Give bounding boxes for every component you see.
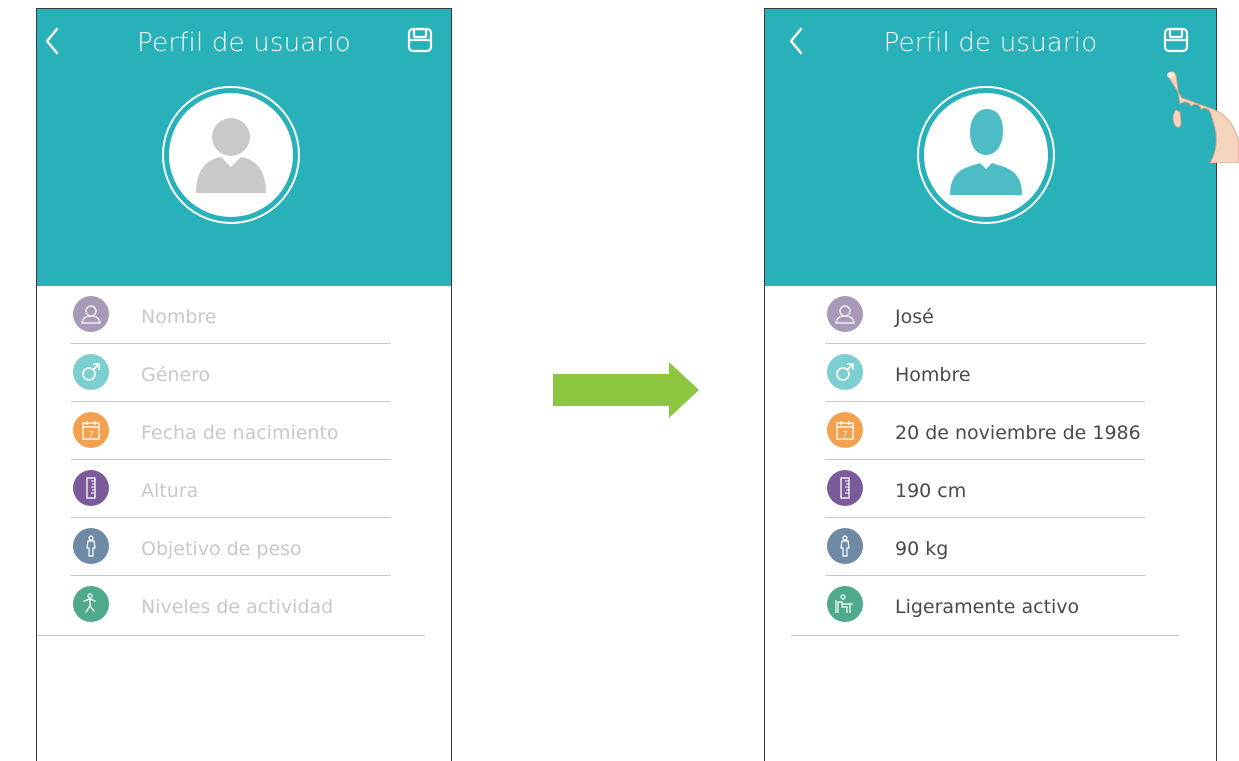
profile-screen-empty: Perfil de usuario Nombre Género 7 Fecha … [36,8,452,761]
save-icon [1163,27,1189,53]
user-silhouette-icon [950,109,1022,195]
save-button[interactable] [1162,26,1190,54]
user-silhouette-icon [196,118,266,193]
page-title: Perfil de usuario [883,28,1098,58]
calendar-icon: 7 [827,412,863,448]
profile-screen-filled: Perfil de usuario José Hombre 7 20 de no… [764,8,1217,761]
body-icon [73,528,109,564]
field-name[interactable]: Nombre [71,286,391,344]
field-label: Género [141,364,211,386]
running-icon [73,586,109,622]
save-icon [407,27,433,53]
field-value: Ligeramente activo [895,596,1080,618]
field-label: Objetivo de peso [141,538,302,560]
field-weight-goal[interactable]: Objetivo de peso [71,518,391,576]
avatar-photo [924,93,1048,217]
field-value: Hombre [895,364,971,386]
desk-icon [827,586,863,622]
field-label: Fecha de nacimiento [141,422,339,444]
divider [791,635,1179,636]
avatar-placeholder [169,93,293,217]
pointing-hand-icon [1167,71,1239,163]
field-name[interactable]: José [825,286,1145,344]
calendar-icon: 7 [73,412,109,448]
person-icon [73,296,109,332]
field-birthdate[interactable]: 7 Fecha de nacimiento [71,402,391,460]
field-height[interactable]: 190 cm [825,460,1145,518]
svg-text:7: 7 [842,430,847,439]
field-gender[interactable]: Hombre [825,344,1145,402]
arrow-right-icon [553,362,699,418]
field-value: 90 kg [895,538,949,560]
field-label: Niveles de actividad [141,596,334,618]
avatar[interactable] [162,86,300,224]
profile-header: Perfil de usuario [765,9,1216,286]
svg-text:7: 7 [88,430,93,439]
body-icon [827,528,863,564]
ruler-icon [827,470,863,506]
male-icon [73,354,109,390]
ruler-icon [73,470,109,506]
field-value: 20 de noviembre de 1986 [895,422,1141,444]
field-value: 190 cm [895,480,967,502]
avatar[interactable] [917,86,1055,224]
field-label: Nombre [141,306,217,328]
profile-header: Perfil de usuario [37,9,451,286]
field-height[interactable]: Altura [71,460,391,518]
divider [37,635,425,636]
field-birthdate[interactable]: 7 20 de noviembre de 1986 [825,402,1145,460]
field-activity-level[interactable]: Niveles de actividad [71,576,391,634]
save-button[interactable] [406,26,434,54]
person-icon [827,296,863,332]
field-gender[interactable]: Género [71,344,391,402]
field-weight-goal[interactable]: 90 kg [825,518,1145,576]
field-activity-level[interactable]: Ligeramente activo [825,576,1145,634]
page-title: Perfil de usuario [137,28,351,58]
male-icon [827,354,863,390]
field-value: José [895,306,934,328]
field-label: Altura [141,480,199,502]
